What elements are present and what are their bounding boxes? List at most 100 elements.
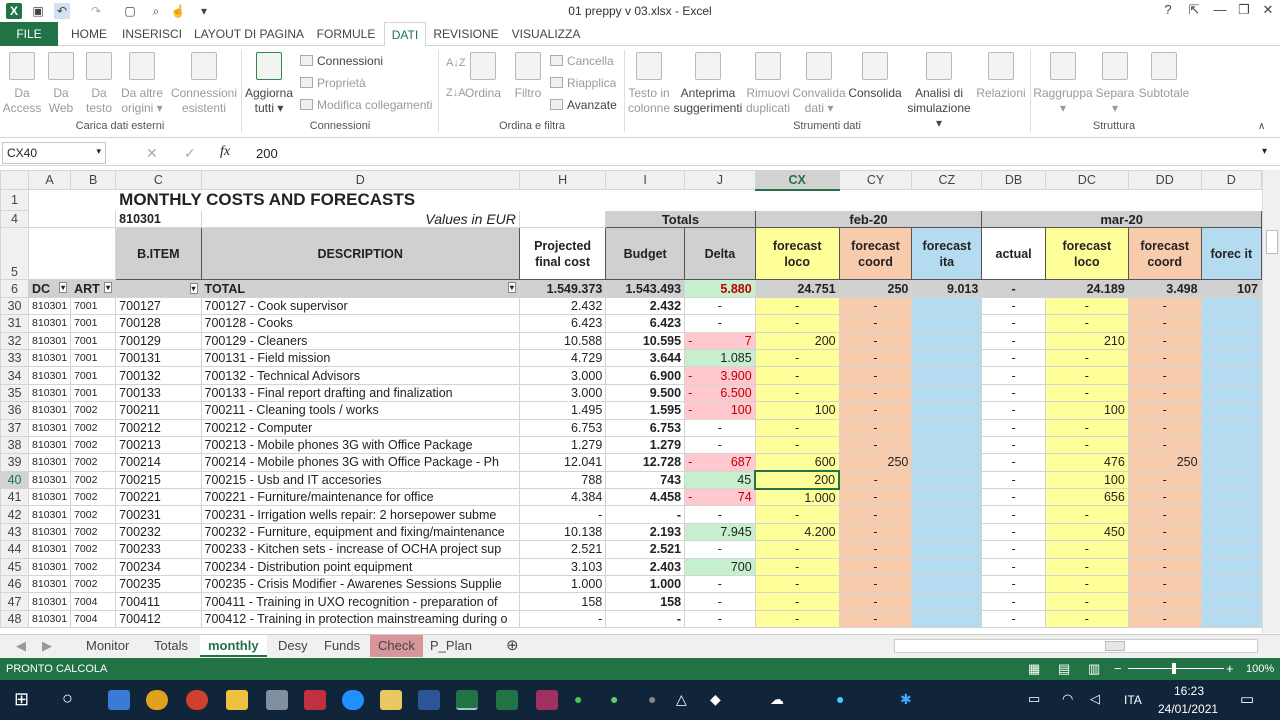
col-header[interactable]: DC xyxy=(1044,170,1129,190)
cell-forecast-loco[interactable]: 200 xyxy=(754,470,841,490)
cell-forecast-coord[interactable]: - xyxy=(838,348,913,368)
cell-actual[interactable]: - xyxy=(981,348,1046,368)
cell-forecast-loco[interactable]: 100 xyxy=(1044,401,1129,420)
excel-icon[interactable] xyxy=(496,690,518,710)
cell-budget[interactable]: 12.728 xyxy=(605,453,686,472)
sheet-tab-desy[interactable]: Desy xyxy=(270,635,316,657)
edit-links-button[interactable]: Modifica collegamenti xyxy=(300,98,432,112)
cell-forecast-loco[interactable]: - xyxy=(754,505,840,524)
cell-forecast-ita[interactable] xyxy=(1200,557,1262,577)
relationships-button[interactable]: Relazioni xyxy=(974,52,1028,101)
notes-icon[interactable] xyxy=(380,690,402,710)
cell-bitem[interactable]: 700131 xyxy=(115,348,202,368)
cell-description[interactable]: 700129 - Cleaners xyxy=(200,331,520,350)
cell-forecast-loco[interactable]: 100 xyxy=(754,401,840,420)
collapse-ribbon-icon[interactable]: ∧ xyxy=(1258,120,1265,134)
cell-dc[interactable]: 810301 xyxy=(28,592,72,611)
remove-duplicates-button[interactable]: Rimuovi duplicati xyxy=(744,52,792,116)
cell-forecast-loco[interactable]: 200 xyxy=(754,331,840,350)
flash-fill-button[interactable]: Anteprima suggerimenti xyxy=(672,52,744,116)
cell-projected[interactable]: - xyxy=(518,609,607,629)
cell-budget[interactable]: - xyxy=(605,609,686,629)
bitem-header[interactable]: B.ITEM xyxy=(115,227,202,281)
filter-dropdown-icon[interactable]: ▾ xyxy=(59,281,68,293)
prev-sheet-icon[interactable]: ◀ xyxy=(8,635,34,657)
cell-forecast-loco[interactable]: - xyxy=(754,557,840,577)
cell-actual[interactable]: - xyxy=(981,540,1046,559)
cell-projected[interactable]: 10.588 xyxy=(518,331,607,350)
cell-delta[interactable]: 7.945 xyxy=(684,522,756,542)
delta-header[interactable]: Delta xyxy=(684,227,756,281)
cell-forecast-loco[interactable]: - xyxy=(1044,557,1129,577)
cell-forecast-coord[interactable]: - xyxy=(1127,296,1202,316)
row-header[interactable]: 4 xyxy=(0,209,30,229)
cell-delta[interactable]: 1.085 xyxy=(684,348,756,368)
col-header[interactable]: B xyxy=(70,170,117,190)
cell-forecast-ita[interactable] xyxy=(1200,366,1262,385)
ribbon-display-icon[interactable]: ⇱ xyxy=(1182,2,1206,18)
tab-visualizza[interactable]: VISUALIZZA xyxy=(508,22,584,46)
forecast-ita-header[interactable]: forecast ita xyxy=(911,227,983,281)
cell-delta[interactable]: - xyxy=(684,296,756,316)
forecast-loco-header[interactable]: forecast loco xyxy=(1044,227,1129,281)
cell-forecast-loco[interactable]: - xyxy=(754,609,840,629)
total-cy[interactable]: 250 xyxy=(838,279,913,298)
forecast-loco-header[interactable]: forecast loco xyxy=(754,227,840,281)
cell-forecast-coord[interactable]: - xyxy=(838,383,913,403)
tab-layout[interactable]: LAYOUT DI PAGINA xyxy=(192,22,306,46)
cell-budget[interactable]: 743 xyxy=(605,470,686,490)
col-header[interactable]: C xyxy=(115,170,202,190)
budget-header[interactable]: Budget xyxy=(605,227,686,281)
row-header[interactable]: 46 xyxy=(0,575,30,594)
cell-forecast-coord[interactable]: - xyxy=(838,331,913,350)
values-note[interactable]: Values in EUR xyxy=(200,209,520,229)
cell-delta[interactable]: -7 xyxy=(684,331,756,350)
cell[interactable] xyxy=(605,189,1262,211)
cell-delta[interactable]: - 100 xyxy=(684,401,756,420)
cell-forecast-coord[interactable]: - xyxy=(1127,383,1202,403)
cell-art[interactable]: 7001 xyxy=(70,383,117,403)
zoom-thumb[interactable] xyxy=(1172,663,1176,674)
cell-description[interactable]: 700215 - Usb and IT accesories xyxy=(200,470,520,490)
description-header[interactable]: DESCRIPTION xyxy=(200,227,520,281)
row-header[interactable]: 48 xyxy=(0,609,30,629)
cell-forecast-loco[interactable]: - xyxy=(754,296,840,316)
page-break-icon[interactable]: ▥ xyxy=(1088,661,1100,677)
cell-dc[interactable]: 810301 xyxy=(28,331,72,350)
cell-projected[interactable]: 4.384 xyxy=(518,488,607,507)
cell-budget[interactable]: - xyxy=(605,505,686,524)
cell-description[interactable]: 700131 - Field mission xyxy=(200,348,520,368)
cell-forecast-ita[interactable] xyxy=(911,314,983,333)
cell-dc[interactable]: 810301 xyxy=(28,557,72,577)
cell-bitem[interactable]: 700212 xyxy=(115,418,202,437)
col-header[interactable]: DD xyxy=(1127,170,1202,190)
cell-forecast-loco[interactable]: 100 xyxy=(1044,470,1129,490)
cell-art[interactable]: 7001 xyxy=(70,296,117,316)
cell-forecast-coord[interactable]: - xyxy=(838,592,913,611)
forecast-coord-header[interactable]: forecast coord xyxy=(1127,227,1202,281)
select-all-corner[interactable] xyxy=(0,170,30,190)
cell-forecast-loco[interactable]: - xyxy=(1044,505,1129,524)
cell-budget[interactable]: 6.753 xyxy=(605,418,686,437)
cell-bitem[interactable]: 700127 xyxy=(115,296,202,316)
cell-forecast-coord[interactable]: - xyxy=(838,366,913,385)
sheet-tab-totals[interactable]: Totals xyxy=(146,635,196,657)
cell-delta[interactable]: - 74 xyxy=(684,488,756,507)
cell-art[interactable]: 7001 xyxy=(70,366,117,385)
cell-description[interactable]: 700214 - Mobile phones 3G with Office Pa… xyxy=(200,453,520,472)
col-header[interactable]: I xyxy=(605,170,686,190)
row-header[interactable]: 41 xyxy=(0,488,30,507)
cloud-icon[interactable]: ☁ xyxy=(770,691,784,708)
cell-forecast-coord[interactable]: - xyxy=(1127,522,1202,542)
cell-projected[interactable]: 3.000 xyxy=(518,366,607,385)
sheet-tab-pplan[interactable]: P_Plan xyxy=(422,635,480,657)
cell-projected[interactable]: 3.000 xyxy=(518,383,607,403)
cell-forecast-coord[interactable]: - xyxy=(838,418,913,437)
cell-projected[interactable]: 2.432 xyxy=(518,296,607,316)
cell-forecast-coord[interactable]: - xyxy=(838,505,913,524)
cell-delta[interactable]: - xyxy=(684,505,756,524)
group-button[interactable]: Raggruppa ▾ xyxy=(1032,52,1094,116)
filter-cell-bitem[interactable]: ▾ xyxy=(115,279,202,298)
col-header[interactable]: DB xyxy=(981,170,1046,190)
clock-time[interactable]: 16:23 xyxy=(1174,684,1204,698)
